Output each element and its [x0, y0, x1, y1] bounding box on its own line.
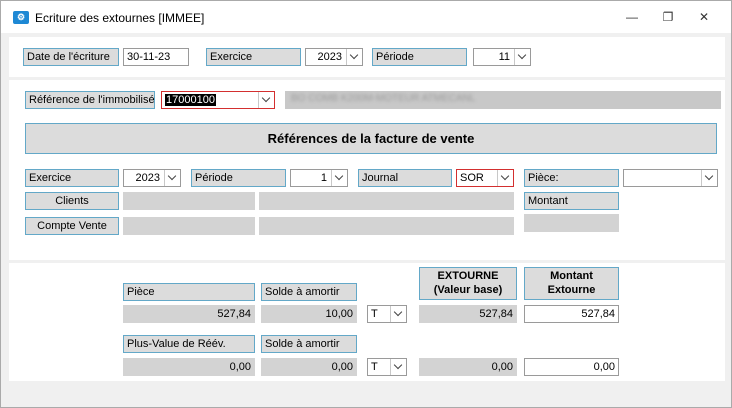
immobilise-select[interactable]: 17000100 — [161, 91, 275, 109]
app-icon: ⚙ — [13, 11, 29, 24]
plus-value-type-value: T — [371, 361, 378, 373]
minimize-icon[interactable]: — — [618, 7, 646, 27]
chevron-down-icon[interactable] — [164, 170, 180, 186]
montant-field — [524, 214, 619, 232]
solde-amortir-field-2: 0,00 — [261, 358, 357, 376]
chevron-down-icon[interactable] — [497, 170, 513, 186]
restore-icon[interactable]: ❐ — [654, 7, 682, 27]
chevron-down-icon[interactable] — [346, 49, 362, 65]
facture-periode-label: Période — [191, 169, 286, 187]
chevron-down-icon[interactable] — [514, 49, 530, 65]
plus-value-type-select[interactable]: T — [367, 358, 407, 376]
extourne-header: EXTOURNE (Valeur base) — [419, 267, 517, 300]
facture-periode-select[interactable]: 1 — [290, 169, 348, 187]
chevron-down-icon[interactable] — [701, 170, 717, 186]
journal-value: SOR — [460, 172, 484, 184]
title-bar: ⚙ Ecriture des extournes [IMMEE] — ❐ ✕ — [1, 1, 731, 33]
piece-type-select[interactable]: T — [367, 305, 407, 323]
chevron-down-icon[interactable] — [390, 359, 406, 375]
plus-value-label: Plus-Value de Réév. — [123, 335, 255, 353]
chevron-down-icon[interactable] — [331, 170, 347, 186]
piece-row-label: Pièce — [123, 283, 255, 301]
clients-name-field — [259, 192, 514, 210]
invoice-section: Référence de l'immobilisé 17000100 BO CO… — [9, 80, 725, 260]
chevron-down-icon[interactable] — [258, 92, 274, 108]
montant-label: Montant — [524, 192, 619, 210]
solde-amortir-field: 10,00 — [261, 305, 357, 323]
clients-button[interactable]: Clients — [25, 192, 119, 210]
periode-value: 11 — [498, 51, 510, 63]
immobilise-label: Référence de l'immobilisé — [25, 91, 155, 109]
extourne-section: EXTOURNE (Valeur base) Montant Extourne … — [9, 263, 725, 381]
piece-type-value: T — [371, 308, 378, 320]
window-title: Ecriture des extournes [IMMEE] — [35, 11, 205, 25]
periode-select[interactable]: 11 — [473, 48, 531, 66]
compte-vente-code-field — [123, 217, 255, 235]
chevron-down-icon[interactable] — [390, 306, 406, 322]
piece-amount-field: 527,84 — [123, 305, 255, 323]
exercice-value: 2023 — [317, 51, 342, 63]
facture-periode-value: 1 — [320, 172, 327, 184]
montant-extourne-field[interactable]: 527,84 — [524, 305, 619, 323]
solde-amortir-label: Solde à amortir — [261, 283, 357, 301]
plus-value-amount-field: 0,00 — [123, 358, 255, 376]
journal-select[interactable]: SOR — [456, 169, 514, 187]
compte-vente-name-field — [259, 217, 514, 235]
date-field[interactable]: 30-11-23 — [123, 48, 189, 66]
immobilise-description: BO COMB K200M-MOTEUR ATMECANL — [285, 91, 721, 109]
facture-exercice-label: Exercice — [25, 169, 119, 187]
exercice-select[interactable]: 2023 — [305, 48, 363, 66]
main-window: ⚙ Ecriture des extournes [IMMEE] — ❐ ✕ D… — [0, 0, 732, 408]
piece-label: Pièce: — [524, 169, 619, 187]
clients-code-field — [123, 192, 255, 210]
facture-exercice-select[interactable]: 2023 — [123, 169, 181, 187]
journal-label: Journal — [358, 169, 452, 187]
compte-vente-button[interactable]: Compte Vente — [25, 217, 119, 235]
exercice-label: Exercice — [206, 48, 301, 66]
extourne-amount-field-2: 0,00 — [419, 358, 517, 376]
piece-select[interactable] — [623, 169, 718, 187]
periode-label: Période — [372, 48, 467, 66]
solde-amortir-label-2: Solde à amortir — [261, 335, 357, 353]
close-icon[interactable]: ✕ — [690, 7, 718, 27]
facture-exercice-value: 2023 — [135, 172, 160, 184]
montant-extourne-header: Montant Extourne — [524, 267, 619, 300]
extourne-amount-field: 527,84 — [419, 305, 517, 323]
date-label: Date de l'écriture — [23, 48, 119, 66]
header-section: Date de l'écriture 30-11-23 Exercice 202… — [9, 37, 725, 77]
facture-title: Références de la facture de vente — [25, 123, 717, 154]
montant-extourne-field-2[interactable]: 0,00 — [524, 358, 619, 376]
immobilise-value: 17000100 — [165, 94, 216, 106]
